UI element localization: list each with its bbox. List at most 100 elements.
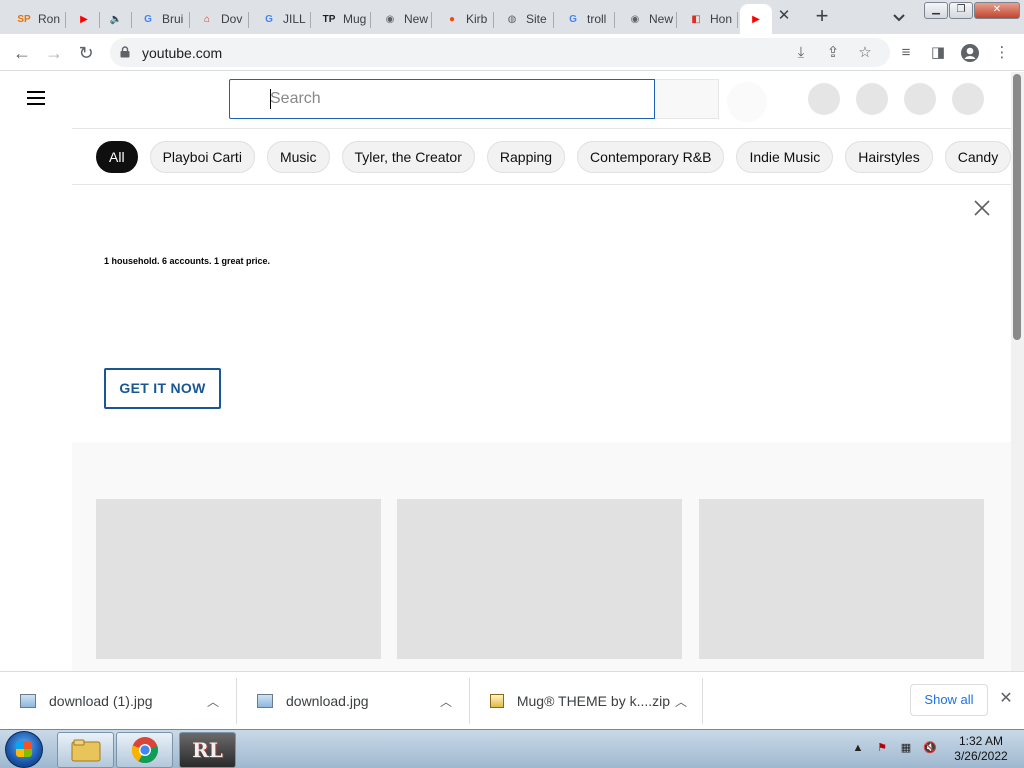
browser-tab[interactable]: TP Mug [313, 4, 371, 34]
filter-chip[interactable]: Contemporary R&B [577, 141, 725, 173]
browser-tab[interactable]: ◍ Site [496, 4, 554, 34]
action-center-flag-icon[interactable]: ⚑ [874, 740, 890, 756]
browser-tab[interactable]: ◉ New [374, 4, 432, 34]
profile-icon[interactable] [960, 43, 980, 63]
roblox-launcher-taskbar-button[interactable]: RL [179, 732, 236, 768]
filter-chip[interactable]: Rapping [486, 141, 566, 173]
google-icon: G [144, 13, 152, 25]
url-text: youtube.com [142, 45, 223, 61]
scrollbar-thumb[interactable] [1013, 74, 1021, 340]
chrome-taskbar-button[interactable] [116, 732, 173, 768]
chevron-up-icon[interactable]: ︿ [200, 693, 226, 710]
reload-button[interactable]: ↻ [74, 41, 98, 65]
browser-tab[interactable]: ▶ [740, 4, 772, 34]
browser-tab[interactable]: ◧ Hon [680, 4, 738, 34]
filter-chip[interactable]: Candy [944, 141, 1011, 173]
filter-chip[interactable]: Indie Music [736, 141, 834, 173]
guide-menu-icon[interactable] [27, 91, 45, 105]
page-scrollbar[interactable] [1011, 72, 1024, 671]
browser-toolbar: ← → ↻ youtube.com ⤓ ⇪ ☆ ≡ ◨ ⋮ [0, 34, 1024, 71]
youtube-icon: ▶ [752, 13, 760, 25]
filter-chip[interactable]: Music [266, 141, 330, 173]
notifications-icon-placeholder[interactable] [904, 83, 936, 115]
network-icon[interactable]: ▦ [898, 740, 914, 756]
image-file-icon [20, 694, 36, 708]
browser-tab[interactable]: ◉ New [619, 4, 677, 34]
side-panel-icon[interactable]: ◨ [928, 43, 948, 63]
browser-tab[interactable]: G JILL [253, 4, 311, 34]
filter-chip[interactable]: Playboi Carti [149, 141, 255, 173]
media-controls-icon[interactable]: ≡ [896, 43, 916, 63]
minimize-button[interactable]: ▁ [924, 2, 948, 19]
tab-search-icon[interactable] [890, 8, 908, 26]
video-thumbnail-placeholder[interactable] [96, 499, 381, 659]
globe-icon: ◍ [507, 13, 517, 25]
browser-tab[interactable]: ▶ [68, 4, 100, 34]
download-item[interactable]: download (1).jpg ︿ [0, 678, 237, 724]
youtube-page: All Playboi Carti Music Tyler, the Creator R… [0, 72, 1011, 671]
tab-separator [310, 12, 311, 28]
tab-separator [493, 12, 494, 28]
video-thumbnail-placeholder[interactable] [699, 499, 984, 659]
filter-chip[interactable]: Hairstyles [845, 141, 933, 173]
browser-tab[interactable]: ⌂ Dov [191, 4, 249, 34]
search-button[interactable] [655, 79, 719, 119]
browser-tab[interactable]: ● Kirb [436, 4, 494, 34]
chevron-up-icon[interactable]: ︿ [670, 693, 692, 710]
windows-taskbar: RL ▲ ⚑ ▦ 🔇 1:32 AM 3/26/2022 [0, 729, 1024, 768]
reddit-icon: ● [448, 13, 456, 25]
tab-title: Brui [162, 12, 184, 26]
bookmark-star-icon[interactable]: ☆ [856, 44, 874, 62]
create-icon-placeholder[interactable] [808, 83, 840, 115]
maximize-button[interactable]: ❐ [949, 2, 973, 19]
download-item[interactable]: Mug® THEME by k....zip ︿ [470, 678, 703, 724]
share-icon[interactable]: ⇪ [824, 44, 842, 62]
show-hidden-icons-icon[interactable]: ▲ [850, 740, 866, 756]
browser-tab[interactable]: 🔈 [100, 4, 132, 34]
search-box[interactable] [229, 79, 655, 119]
back-button[interactable]: ← [10, 41, 34, 65]
forward-button[interactable]: → [42, 41, 66, 65]
speaker-icon: 🔈 [109, 13, 123, 25]
chrome-menu-icon[interactable]: ⋮ [992, 43, 1012, 63]
apps-icon-placeholder[interactable] [856, 83, 888, 115]
volume-muted-icon[interactable]: 🔇 [922, 740, 938, 756]
close-window-button[interactable]: ✕ [974, 2, 1020, 19]
file-explorer-taskbar-button[interactable] [57, 732, 114, 768]
chevron-up-icon[interactable]: ︿ [433, 693, 459, 710]
chip-list: All Playboi Carti Music Tyler, the Creator R… [96, 141, 1011, 173]
browser-tab[interactable]: G Brui [132, 4, 190, 34]
address-bar[interactable]: youtube.com ⤓ ⇪ ☆ [110, 38, 890, 67]
avatar-placeholder[interactable] [952, 83, 984, 115]
get-it-now-button[interactable]: GET IT NOW [104, 368, 221, 409]
google-icon: G [265, 13, 273, 25]
new-tab-button[interactable]: + [810, 5, 834, 29]
filter-chip[interactable]: All [96, 141, 138, 173]
search-input[interactable] [270, 88, 640, 110]
browser-tab[interactable]: Gtroll [557, 4, 615, 34]
close-downloads-icon[interactable]: ✕ [996, 689, 1016, 709]
show-all-downloads-button[interactable]: Show all [910, 684, 988, 716]
tab-title: Hon [710, 12, 733, 26]
tab-separator [676, 12, 677, 28]
youtube-icon: ▶ [80, 13, 88, 25]
start-button[interactable] [5, 731, 43, 768]
system-clock[interactable]: 1:32 AM 3/26/2022 [948, 734, 1014, 764]
lock-icon[interactable] [120, 46, 130, 58]
dismiss-promo-icon[interactable] [973, 199, 991, 217]
image-file-icon [257, 694, 273, 708]
tab-separator [553, 12, 554, 28]
install-app-icon[interactable]: ⤓ [792, 44, 810, 62]
tab-separator [65, 12, 66, 28]
windows-logo-icon [16, 741, 32, 757]
tab-separator [431, 12, 432, 28]
download-item[interactable]: download.jpg ︿ [237, 678, 470, 724]
voice-search-placeholder[interactable] [727, 82, 767, 122]
tab-title: New [649, 12, 673, 26]
video-thumbnail-placeholder[interactable] [397, 499, 682, 659]
close-tab-icon[interactable]: ✕ [776, 8, 792, 24]
filter-chip[interactable]: Tyler, the Creator [341, 141, 475, 173]
tab-title: JILL [283, 12, 306, 26]
browser-tab[interactable]: SP Ron [8, 4, 66, 34]
zip-file-icon [490, 694, 504, 708]
